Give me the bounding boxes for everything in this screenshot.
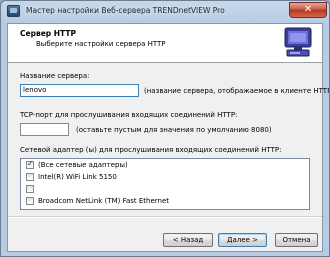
port-hint: (оставьте пустым для значения по умолчан…: [76, 126, 272, 134]
wizard-header: Сервер HTTP Выберите настройки сервера H…: [8, 24, 322, 63]
wizard-window: Мастер настройки Веб-сервера TRENDnetVIE…: [0, 0, 330, 257]
port-input[interactable]: [20, 123, 69, 136]
list-item[interactable]: Broadcom NetLink (TM) Fast Ethernet: [23, 196, 307, 207]
list-item[interactable]: (Все сетевые адаптеры): [23, 159, 307, 171]
server-name-input[interactable]: lenovo: [20, 84, 139, 97]
server-name-label: Название сервера:: [20, 72, 90, 80]
port-label: TCP-порт для прослушивания входящих соед…: [20, 111, 238, 119]
server-wizard-icon: [284, 27, 312, 57]
back-button[interactable]: < Назад: [163, 233, 213, 247]
next-button[interactable]: Далее >: [218, 233, 267, 247]
title-bar: Мастер настройки Веб-сервера TRENDnetVIE…: [1, 1, 329, 23]
list-item[interactable]: [23, 184, 307, 195]
cancel-button[interactable]: Отмена: [275, 233, 318, 247]
adapter-checkbox[interactable]: [26, 159, 34, 169]
adapter-label: Intel(R) WiFi Link 5150: [38, 173, 117, 181]
list-item[interactable]: Intel(R) WiFi Link 5150: [23, 172, 307, 183]
adapter-checkbox[interactable]: [26, 197, 34, 205]
adapter-label: (Все сетевые адаптеры): [38, 161, 128, 169]
window-title: Мастер настройки Веб-сервера TRENDnetVIE…: [26, 6, 225, 15]
app-icon: [7, 5, 20, 17]
adapters-list[interactable]: (Все сетевые адаптеры) Intel(R) WiFi Lin…: [20, 158, 310, 210]
footer-separator: [8, 216, 322, 218]
adapters-label: Сетевой адаптер (ы) для прослушивания вх…: [20, 146, 282, 154]
adapter-label: Broadcom NetLink (TM) Fast Ethernet: [38, 197, 170, 205]
page-title: Сервер HTTP: [20, 29, 76, 38]
wizard-dialog: Сервер HTTP Выберите настройки сервера H…: [7, 23, 329, 252]
adapter-checkbox[interactable]: [26, 185, 34, 193]
server-name-hint: (название сервера, отображаемое в клиент…: [144, 87, 330, 95]
close-button[interactable]: ✕: [289, 2, 327, 18]
page-subtitle: Выберите настройки сервера HTTP: [36, 40, 166, 48]
adapter-checkbox[interactable]: [26, 173, 34, 181]
